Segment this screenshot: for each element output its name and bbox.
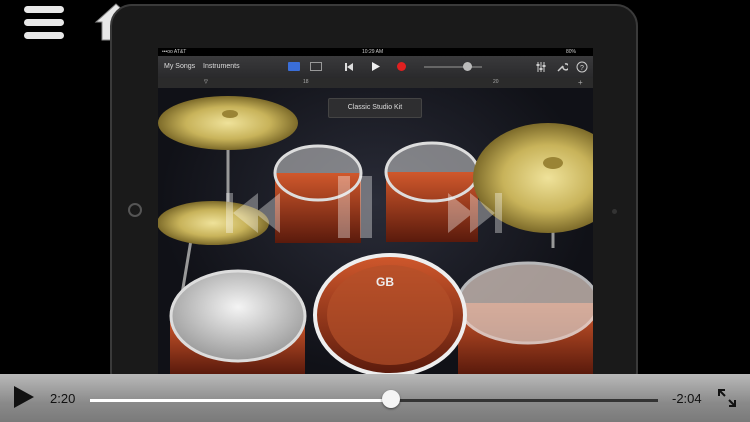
drum-logo: GB	[376, 275, 394, 289]
scrub-progress	[90, 399, 392, 402]
svg-text:?: ?	[580, 65, 584, 72]
ios-status-bar: •••oo AT&T 10:29 AM 80%	[158, 48, 593, 56]
mixer-icon[interactable]	[535, 61, 547, 73]
add-section-icon[interactable]: +	[578, 78, 583, 87]
ipad-camera	[612, 209, 617, 214]
kit-name-button[interactable]: Classic Studio Kit	[328, 98, 422, 118]
video-controls-bar: 2:20 -2:04	[0, 374, 750, 422]
instruments-button[interactable]: Instruments	[203, 63, 240, 70]
wrench-icon[interactable]	[556, 61, 568, 73]
list-menu-button[interactable]	[24, 6, 64, 40]
list-menu-icon	[24, 6, 64, 13]
expand-icon[interactable]	[716, 387, 738, 409]
elapsed-time: 2:20	[50, 391, 76, 406]
ruler-mark-18: 18	[303, 79, 309, 85]
ruler-mark-20: 20	[493, 79, 499, 85]
battery: 80%	[566, 49, 577, 55]
remaining-time: -2:04	[672, 391, 702, 406]
status-time: 10:29 AM	[362, 49, 384, 55]
tracks-view-icon[interactable]	[310, 62, 322, 71]
drum-kit-illustration: GB	[158, 96, 593, 374]
drum-kit-stage: GB	[158, 88, 593, 374]
volume-slider[interactable]	[424, 66, 482, 68]
rewind-icon[interactable]	[344, 62, 354, 72]
instrument-view-icon[interactable]	[288, 62, 300, 71]
help-icon[interactable]: ?	[576, 61, 588, 73]
ipad-home-button	[128, 203, 142, 217]
carrier: •••oo AT&T	[162, 49, 187, 55]
scrub-thumb[interactable]	[382, 390, 401, 408]
playhead-marker[interactable]: ▽	[204, 79, 208, 85]
garageband-toolbar: My Songs Instruments ?	[158, 56, 593, 78]
play-icon[interactable]	[14, 386, 34, 408]
transport-play-icon[interactable]	[371, 61, 381, 72]
menu-bar-2	[24, 19, 64, 26]
scrub-track[interactable]	[90, 399, 658, 402]
volume-thumb[interactable]	[463, 62, 472, 71]
my-songs-button[interactable]: My Songs	[164, 63, 195, 70]
menu-bar-3	[24, 32, 64, 39]
record-icon[interactable]	[397, 62, 406, 71]
ipad-screen: •••oo AT&T 10:29 AM 80% My Songs Instrum…	[158, 48, 593, 374]
